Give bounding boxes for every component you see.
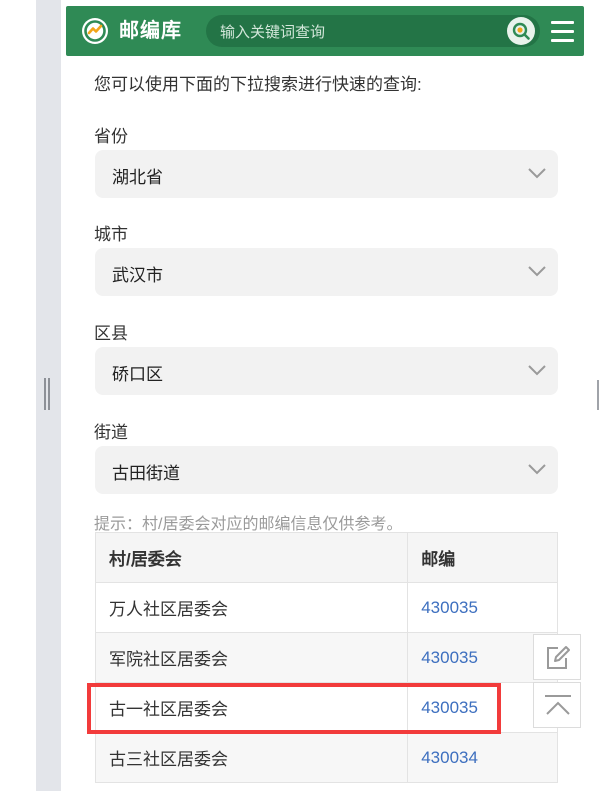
hint-text: 提示：村/居委会对应的邮编信息仅供参考。 bbox=[94, 516, 403, 533]
province-select[interactable]: 湖北省 bbox=[95, 150, 558, 198]
search-input[interactable] bbox=[218, 15, 492, 49]
back-to-top-icon bbox=[545, 695, 571, 715]
chevron-down-icon bbox=[528, 168, 546, 179]
search-button[interactable] bbox=[507, 17, 535, 45]
search-icon bbox=[512, 22, 530, 40]
table-header-row: 村/居委会 邮编 bbox=[94, 532, 558, 583]
table-row: 古三社区居委会 430034 bbox=[94, 732, 558, 783]
edit-icon bbox=[547, 646, 570, 669]
province-value: 湖北省 bbox=[112, 168, 163, 187]
right-resize-handle[interactable] bbox=[597, 380, 599, 410]
street-select[interactable]: 古田街道 bbox=[95, 446, 558, 494]
intro-text: 您可以使用下面的下拉搜索进行快速的查询: bbox=[94, 75, 422, 94]
column-header-community: 村/居委会 bbox=[94, 532, 409, 583]
chevron-down-icon bbox=[528, 464, 546, 475]
resize-grip-icon[interactable] bbox=[44, 378, 50, 410]
city-select[interactable]: 武汉市 bbox=[95, 248, 558, 296]
postcode-link[interactable]: 430035 bbox=[407, 582, 558, 633]
street-label: 街道 bbox=[94, 423, 128, 442]
highlight-box bbox=[87, 683, 501, 734]
district-select[interactable]: 硚口区 bbox=[95, 347, 558, 395]
brand-name[interactable]: 邮编库 bbox=[119, 19, 182, 43]
city-value: 武汉市 bbox=[112, 266, 163, 285]
postcode-link[interactable]: 430034 bbox=[407, 732, 558, 783]
table-row: 军院社区居委会 430035 bbox=[94, 632, 558, 683]
district-label: 区县 bbox=[94, 324, 128, 343]
chevron-down-icon bbox=[528, 266, 546, 277]
postcode-table: 村/居委会 邮编 万人社区居委会 430035 军院社区居委会 430035 古… bbox=[94, 532, 558, 783]
district-value: 硚口区 bbox=[112, 365, 163, 384]
table-row: 万人社区居委会 430035 bbox=[94, 582, 558, 633]
street-value: 古田街道 bbox=[112, 464, 180, 483]
back-to-top-button[interactable] bbox=[533, 682, 581, 728]
logo-icon[interactable] bbox=[82, 18, 108, 44]
column-header-postcode: 邮编 bbox=[407, 532, 558, 583]
city-label: 城市 bbox=[94, 225, 128, 244]
menu-icon[interactable] bbox=[548, 18, 578, 46]
community-cell: 军院社区居委会 bbox=[94, 632, 409, 683]
community-cell: 万人社区居委会 bbox=[94, 582, 409, 633]
edit-button[interactable] bbox=[533, 634, 581, 680]
province-label: 省份 bbox=[94, 127, 128, 146]
app-container: 邮编库 您可以使用下面的下拉搜索进行快速的查询: 省份 湖北省 城市 武汉市 bbox=[61, 0, 584, 791]
community-cell: 古三社区居委会 bbox=[94, 732, 409, 783]
top-header: 邮编库 bbox=[66, 6, 584, 56]
search-bar bbox=[206, 15, 540, 49]
chevron-down-icon bbox=[528, 365, 546, 376]
